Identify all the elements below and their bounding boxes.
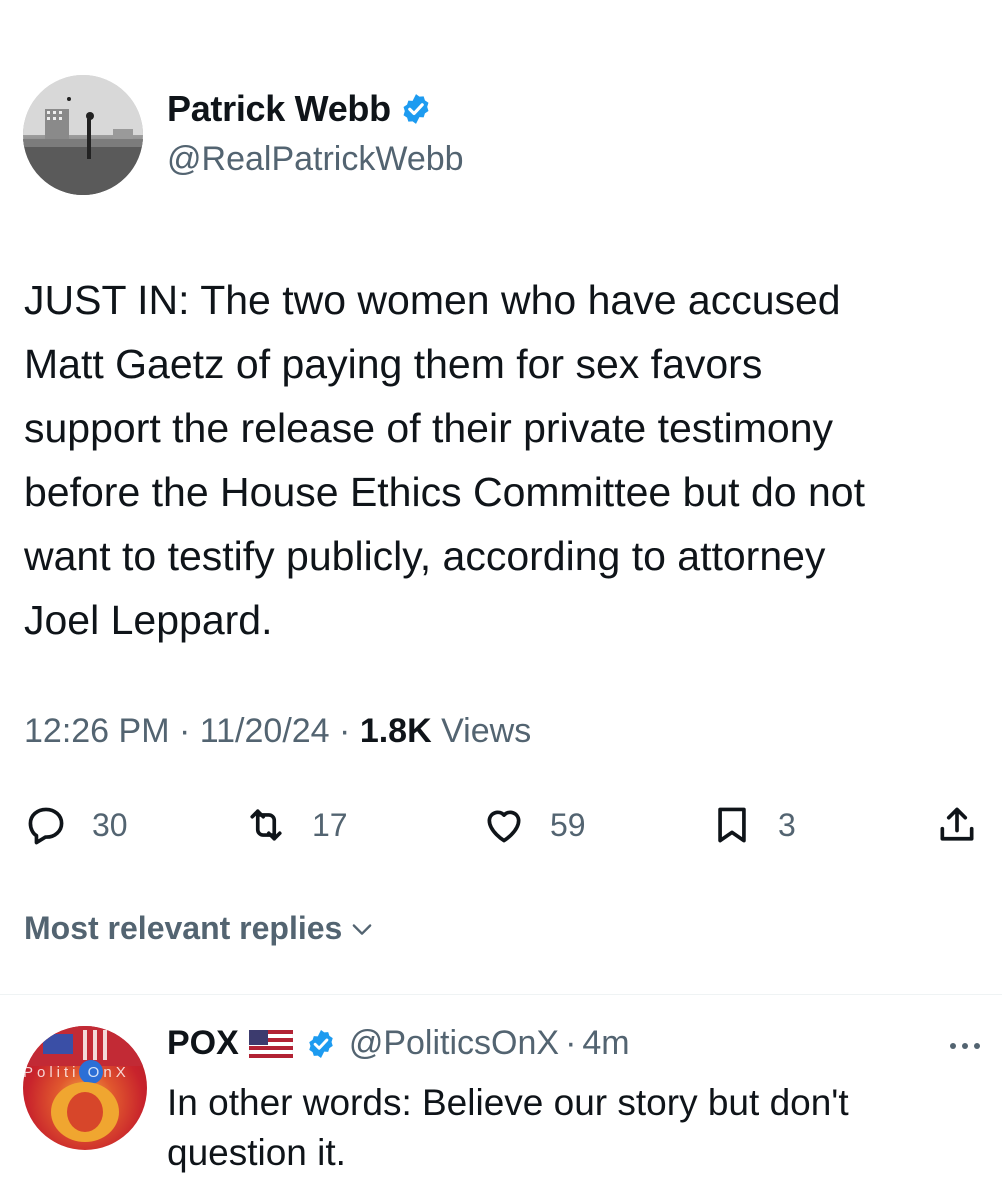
bookmark-icon xyxy=(718,807,746,843)
retweet-button[interactable]: 17 xyxy=(244,803,348,847)
reply-icon xyxy=(28,807,64,845)
chevron-down-icon xyxy=(353,923,372,935)
tweet-meta: 12:26 PM · 11/20/24 · 1.8K Views xyxy=(24,712,531,751)
views-label: Views xyxy=(441,712,532,750)
reply-display-name[interactable]: POX xyxy=(167,1024,239,1063)
author-handle[interactable]: @RealPatrickWebb xyxy=(167,140,464,179)
bookmark-count: 3 xyxy=(778,806,796,843)
like-button[interactable]: 59 xyxy=(482,803,586,847)
author-display-name[interactable]: Patrick Webb xyxy=(167,88,391,130)
tweet-time[interactable]: 12:26 PM xyxy=(24,712,170,750)
reply-count: 30 xyxy=(92,806,128,843)
meta-separator: · xyxy=(178,712,191,750)
retweet-count: 17 xyxy=(312,806,348,843)
reply-separator: · xyxy=(565,1024,577,1062)
reply-time[interactable]: 4m xyxy=(582,1024,629,1063)
share-button[interactable] xyxy=(935,803,979,847)
like-count: 59 xyxy=(550,806,586,843)
share-icon xyxy=(940,807,974,841)
more-options-icon[interactable] xyxy=(945,1030,985,1060)
tweet-action-bar: 30 17 59 3 xyxy=(0,795,1002,855)
reply-text: In other words: Believe our story but do… xyxy=(167,1082,849,1173)
verified-badge-icon xyxy=(309,1029,333,1058)
replies-sort-label: Most relevant replies xyxy=(24,910,343,946)
tweet-date[interactable]: 11/20/24 xyxy=(200,712,330,750)
divider xyxy=(0,994,1002,995)
reply-avatar[interactable]: Politi OnX xyxy=(23,1026,147,1150)
verified-badge-icon xyxy=(403,94,429,124)
heart-icon xyxy=(487,810,521,843)
reply-handle[interactable]: @PoliticsOnX xyxy=(349,1024,559,1063)
reply-button[interactable]: 30 xyxy=(24,803,128,847)
reply-header: POX @PoliticsOnX · 4m xyxy=(167,1024,630,1063)
author-avatar[interactable] xyxy=(23,75,143,195)
views-count: 1.8K xyxy=(359,712,432,750)
us-flag-icon xyxy=(248,1029,293,1058)
profile-photo-icon xyxy=(23,75,143,195)
reply-avatar-overlay: Politi OnX xyxy=(23,1064,130,1081)
replies-sort-dropdown[interactable]: Most relevant replies xyxy=(24,910,376,947)
tweet-text: JUST IN: The two women who have accused … xyxy=(24,277,865,643)
meta-separator: · xyxy=(339,712,351,750)
bookmark-button[interactable]: 3 xyxy=(710,803,796,847)
reply-profile-photo-icon xyxy=(23,1026,147,1142)
retweet-icon xyxy=(250,809,282,841)
author-name-row[interactable]: Patrick Webb xyxy=(167,88,433,130)
